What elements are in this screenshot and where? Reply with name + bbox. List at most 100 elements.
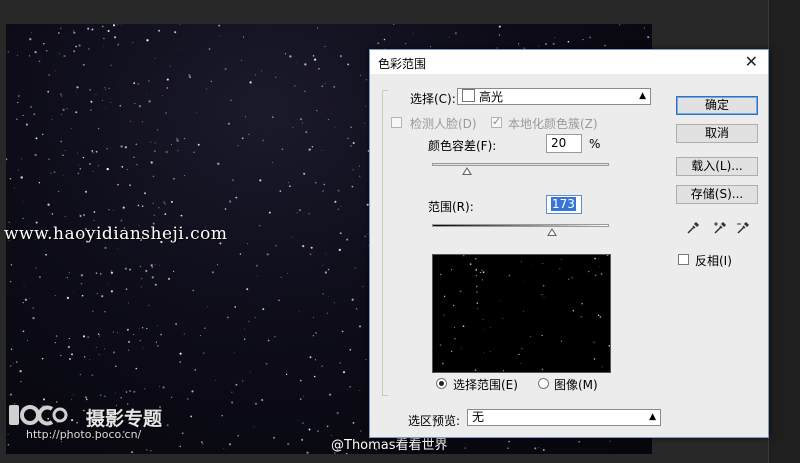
star (405, 43, 407, 45)
star (145, 269, 148, 273)
star (560, 340, 562, 342)
star (70, 399, 72, 401)
star (593, 358, 596, 360)
star (243, 328, 245, 330)
invert-checkbox[interactable] (678, 254, 689, 265)
star (599, 316, 602, 318)
star (47, 90, 50, 93)
star (439, 344, 442, 346)
star (352, 422, 355, 424)
close-icon[interactable]: ✕ (745, 52, 758, 71)
star (29, 38, 32, 41)
star (321, 85, 324, 88)
star (530, 336, 532, 337)
star (327, 118, 329, 121)
star (62, 154, 64, 156)
star (104, 348, 106, 350)
chevron-down-icon: ▲ (639, 91, 646, 101)
star (462, 255, 465, 257)
star (67, 345, 70, 349)
eyedropper-icon[interactable] (686, 221, 700, 235)
star (72, 394, 74, 396)
star (308, 212, 310, 215)
star (452, 304, 455, 307)
star (88, 48, 90, 50)
star (108, 209, 110, 211)
star (29, 298, 30, 300)
star (475, 274, 478, 277)
star (35, 137, 38, 140)
star (119, 104, 122, 107)
star (489, 351, 491, 352)
star (178, 49, 179, 50)
selection-preview[interactable] (432, 254, 611, 373)
star (110, 64, 112, 66)
fuzziness-slider-thumb[interactable] (462, 167, 473, 175)
star (609, 440, 611, 442)
cancel-button[interactable]: 取消 (676, 124, 758, 143)
star (76, 422, 78, 424)
star (8, 221, 10, 223)
image-radio[interactable] (538, 378, 549, 389)
selection-radio[interactable] (436, 378, 447, 389)
range-input[interactable]: 173 (546, 195, 582, 214)
star (105, 89, 107, 90)
range-slider-track[interactable] (432, 224, 609, 227)
star (309, 253, 312, 256)
star (102, 100, 103, 102)
star (85, 398, 88, 401)
star (98, 354, 100, 356)
star (126, 168, 128, 171)
star (231, 391, 233, 393)
ok-button[interactable]: 确定 (676, 96, 758, 115)
star (87, 27, 90, 30)
star (32, 316, 35, 320)
select-dropdown[interactable]: 高光 ▲ (457, 88, 651, 105)
range-slider-thumb[interactable] (547, 228, 558, 236)
star (73, 50, 76, 53)
star (530, 265, 532, 267)
star (166, 87, 169, 89)
localized-clusters-checkbox[interactable] (491, 115, 502, 128)
star (443, 295, 446, 298)
dialog-title-bar[interactable]: 色彩范围 ✕ (370, 50, 768, 74)
star (589, 36, 591, 39)
star (289, 185, 291, 187)
star (120, 145, 123, 148)
fuzziness-slider-track[interactable] (432, 163, 609, 166)
star (150, 161, 153, 164)
star (75, 111, 78, 114)
eyedropper-plus-icon[interactable] (713, 221, 727, 235)
star (352, 141, 355, 145)
fuzziness-input[interactable]: 20 (546, 134, 582, 153)
star (235, 196, 238, 199)
star (177, 150, 179, 152)
star (306, 451, 309, 454)
star (346, 452, 348, 454)
star (164, 203, 166, 205)
star (490, 326, 491, 328)
star (127, 349, 130, 351)
star (51, 118, 53, 120)
eyedropper-minus-icon[interactable] (736, 221, 750, 235)
star (9, 364, 12, 367)
poco-logo (9, 405, 68, 426)
star (337, 189, 340, 192)
detect-faces-checkbox[interactable] (391, 117, 402, 128)
star (6, 158, 8, 161)
star (173, 177, 175, 180)
star (138, 328, 140, 330)
star (594, 257, 596, 260)
star (228, 200, 232, 203)
load-button[interactable]: 载入(L)... (676, 157, 758, 176)
fuzziness-unit: % (589, 137, 601, 151)
save-button[interactable]: 存储(S)... (676, 185, 758, 204)
star (393, 24, 395, 25)
star (299, 118, 303, 121)
star (133, 390, 136, 393)
detect-faces-label: 检测人脸(D) (410, 117, 477, 131)
star (121, 166, 124, 168)
star (136, 164, 138, 166)
preview-mode-dropdown[interactable]: 无 ▲ (467, 409, 661, 426)
star (336, 411, 339, 415)
